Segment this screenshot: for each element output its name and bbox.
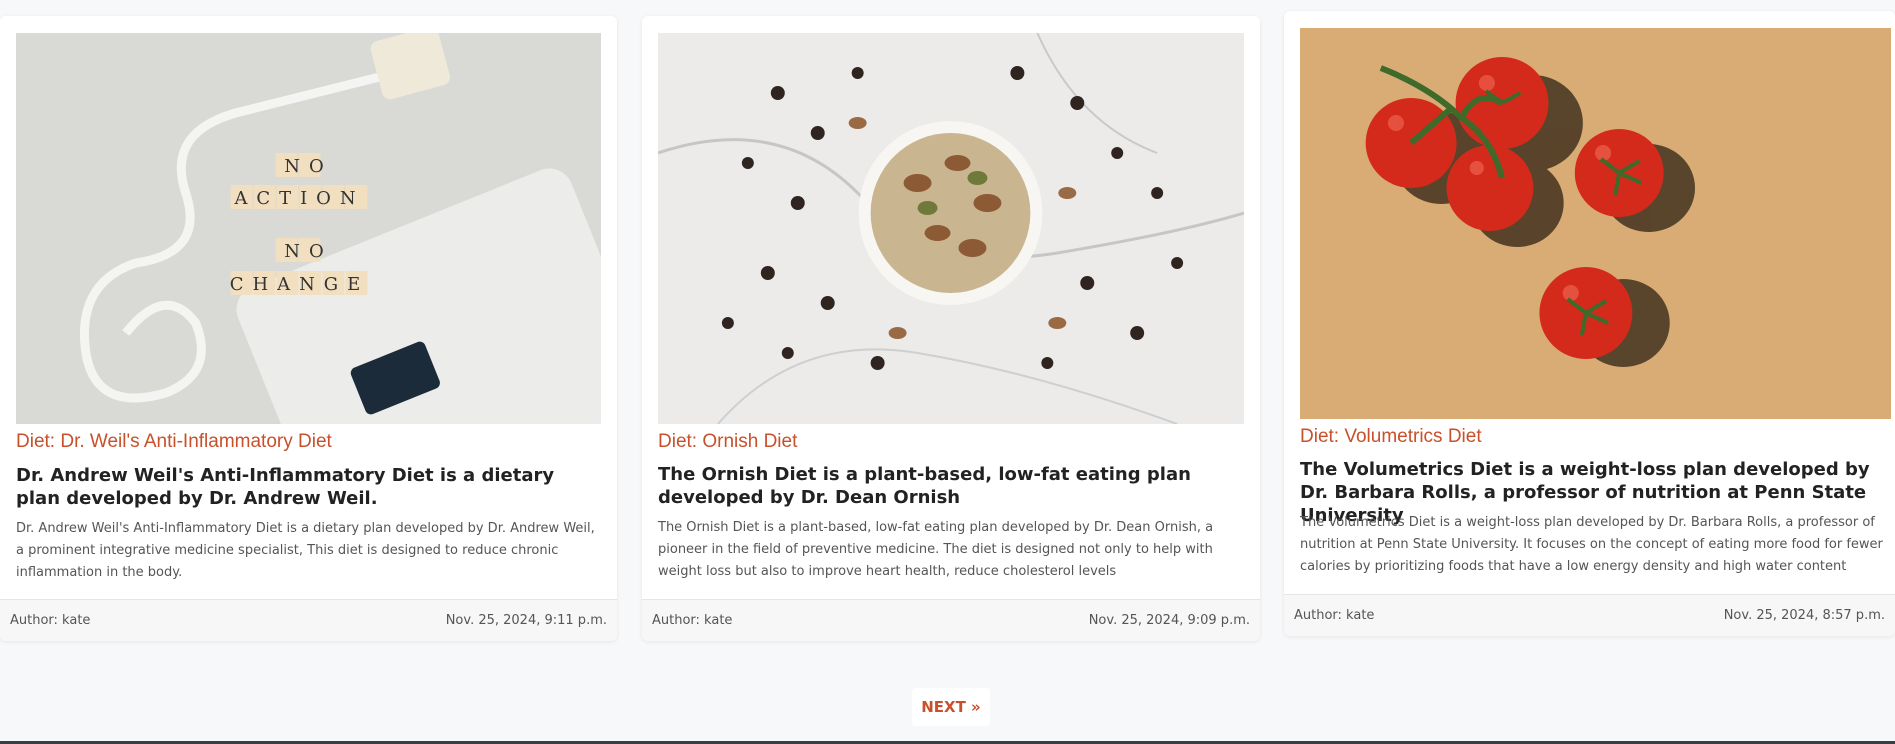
post-excerpt: The Ornish Diet is a plant-based, low-fa… (658, 520, 1214, 579)
post-author: Author: kate (1294, 608, 1375, 623)
svg-text:ACTION: ACTION (233, 188, 364, 209)
post-date: Nov. 25, 2024, 8:57 p.m. (1723, 608, 1885, 623)
post-footer: Author: kate Nov. 25, 2024, 9:09 p.m. (642, 599, 1260, 641)
svg-text:NO: NO (284, 241, 332, 262)
post-footer: Author: kate Nov. 25, 2024, 8:57 p.m. (1284, 594, 1895, 636)
post-list: NO ACTION NO CHANGE Diet: Dr. Weil's Ant… (0, 0, 1895, 660)
post-excerpt: Dr. Andrew Weil's Anti-Inflammatory Diet… (16, 521, 595, 580)
post-image-tomatoes[interactable] (1300, 28, 1891, 419)
svg-text:NO: NO (284, 156, 332, 177)
post-image-measuring-tape[interactable]: NO ACTION NO CHANGE (16, 33, 601, 424)
post-title-link[interactable]: Dr. Andrew Weil's Anti-Inflammatory Diet… (16, 464, 601, 510)
post-card[interactable]: Diet: Volumetrics Diet The Volumetrics D… (1284, 11, 1895, 636)
post-card[interactable]: Diet: Ornish Diet The Ornish Diet is a p… (642, 16, 1260, 641)
post-author: Author: kate (10, 613, 91, 628)
post-date: Nov. 25, 2024, 9:09 p.m. (1088, 613, 1250, 628)
post-footer: Author: kate Nov. 25, 2024, 9:11 p.m. (0, 599, 617, 641)
next-page-label: NEXT » (921, 698, 981, 716)
next-page-button[interactable]: NEXT » (912, 688, 990, 726)
post-category-link[interactable]: Diet: Volumetrics Diet (1300, 426, 1879, 448)
post-card[interactable]: NO ACTION NO CHANGE Diet: Dr. Weil's Ant… (0, 16, 617, 641)
post-date: Nov. 25, 2024, 9:11 p.m. (445, 613, 607, 628)
post-image-nuts-bowl[interactable] (658, 33, 1244, 424)
svg-text:CHANGE: CHANGE (230, 274, 369, 295)
post-author: Author: kate (652, 613, 733, 628)
post-excerpt: The Volumetrics Diet is a weight-loss pl… (1300, 515, 1883, 574)
post-title-link[interactable]: The Ornish Diet is a plant-based, low-fa… (658, 463, 1244, 509)
post-category-link[interactable]: Diet: Dr. Weil's Anti-Inflammatory Diet (16, 431, 601, 453)
post-category-link[interactable]: Diet: Ornish Diet (658, 431, 1244, 453)
